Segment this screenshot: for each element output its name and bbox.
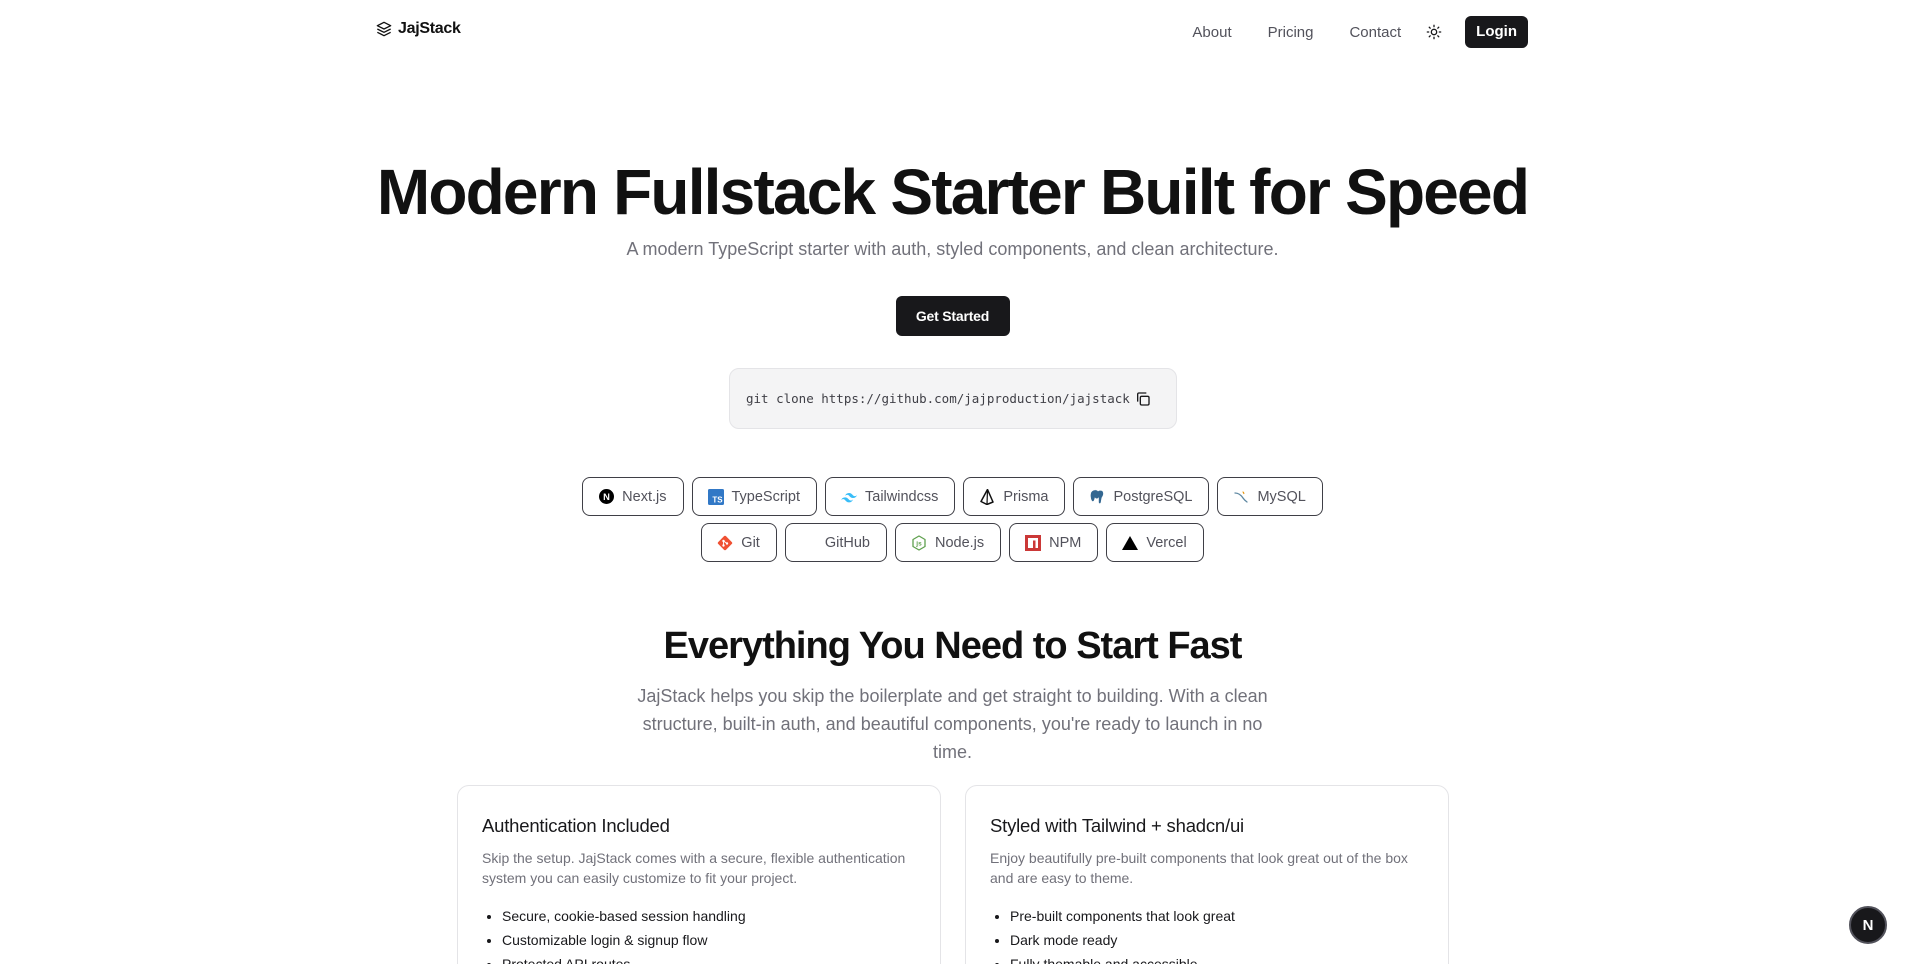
badge-label: Next.js xyxy=(622,488,667,505)
nav-about[interactable]: About xyxy=(1192,24,1231,41)
cta-wrapper: Get Started xyxy=(0,296,1905,336)
badge-label: Git xyxy=(741,534,760,551)
mysql-icon xyxy=(1233,489,1249,505)
list-item: Pre-built components that look great xyxy=(1010,904,1424,928)
list-item: Secure, cookie-based session handling xyxy=(502,904,916,928)
badge-vercel[interactable]: Vercel xyxy=(1106,523,1204,562)
logo-text: JajStack xyxy=(398,20,461,37)
hero-subtitle: A modern TypeScript starter with auth, s… xyxy=(626,239,1279,259)
list-item: Dark mode ready xyxy=(1010,928,1424,952)
clone-command: git clone https://github.com/jajproducti… xyxy=(746,391,1130,406)
badge-nextjs[interactable]: N Next.js xyxy=(582,477,684,516)
badge-github[interactable]: GitHub xyxy=(784,523,887,562)
site-header: JajStack About Pricing Contact Login xyxy=(0,0,1905,64)
badge-git[interactable]: Git xyxy=(701,523,777,562)
card-title: Styled with Tailwind + shadcn/ui xyxy=(990,815,1244,836)
typescript-icon: TS xyxy=(707,488,724,505)
nextjs-icon: N xyxy=(598,489,614,505)
badge-label: Vercel xyxy=(1146,534,1187,551)
nextjs-dev-indicator-button[interactable]: N xyxy=(1849,906,1887,944)
card-title: Authentication Included xyxy=(482,815,670,836)
card-description: Enjoy beautifully pre-built components t… xyxy=(990,850,1408,886)
svg-text:js: js xyxy=(915,540,922,547)
card-description: Skip the setup. JajStack comes with a se… xyxy=(482,850,906,886)
get-started-button[interactable]: Get Started xyxy=(895,296,1010,336)
badge-nodejs[interactable]: js Node.js xyxy=(894,523,1002,562)
features-description-wrap: JajStack helps you skip the boilerplate … xyxy=(0,682,1905,766)
github-icon xyxy=(801,535,817,551)
logo[interactable]: JajStack xyxy=(376,20,461,38)
badge-postgresql[interactable]: PostgreSQL xyxy=(1073,477,1210,516)
badge-label: MySQL xyxy=(1257,488,1306,505)
badge-label: PostgreSQL xyxy=(1113,488,1193,505)
layers-icon xyxy=(376,21,392,37)
nav-contact[interactable]: Contact xyxy=(1349,24,1401,41)
svg-text:N: N xyxy=(603,492,610,502)
badge-label: TypeScript xyxy=(731,488,801,505)
badge-label: Prisma xyxy=(1003,488,1049,505)
git-icon xyxy=(717,535,733,551)
badge-label: Node.js xyxy=(934,534,985,551)
postgresql-icon xyxy=(1089,489,1105,505)
badge-typescript[interactable]: TS TypeScript xyxy=(691,477,817,516)
badge-npm[interactable]: NPM xyxy=(1009,523,1099,562)
hero-title: Modern Fullstack Starter Built for Speed xyxy=(376,156,1530,228)
list-item: Fully themable and accessible xyxy=(1010,952,1424,964)
main-nav: About Pricing Contact Login xyxy=(1192,16,1528,48)
tech-row-1: N Next.js TS TypeScript Tailwindcss Pris… xyxy=(0,477,1905,516)
prisma-icon xyxy=(979,488,995,505)
badge-label: NPM xyxy=(1049,534,1082,551)
badge-mysql[interactable]: MySQL xyxy=(1217,477,1323,516)
badge-prisma[interactable]: Prisma xyxy=(963,477,1066,516)
clone-command-box: git clone https://github.com/jajproducti… xyxy=(729,368,1177,429)
nav-pricing[interactable]: Pricing xyxy=(1268,24,1314,41)
login-button[interactable]: Login xyxy=(1465,16,1528,48)
badge-tailwind[interactable]: Tailwindcss xyxy=(825,477,956,516)
vercel-icon xyxy=(1122,535,1139,551)
svg-text:TS: TS xyxy=(712,495,723,504)
tailwind-icon xyxy=(841,489,857,505)
card-feature-list: Pre-built components that look great Dar… xyxy=(990,904,1424,964)
npm-icon xyxy=(1025,534,1042,551)
feature-card-styling: Styled with Tailwind + shadcn/ui Enjoy b… xyxy=(965,785,1449,964)
badge-label: Tailwindcss xyxy=(865,488,939,505)
card-feature-list: Secure, cookie-based session handling Cu… xyxy=(482,904,916,964)
badge-label: GitHub xyxy=(824,534,870,551)
nodejs-icon: js xyxy=(911,534,927,551)
copy-icon[interactable] xyxy=(1135,391,1151,407)
feature-card-auth: Authentication Included Skip the setup. … xyxy=(457,785,941,964)
features-title: Everything You Need to Start Fast xyxy=(663,625,1243,667)
list-item: Protected API routes xyxy=(502,952,916,964)
list-item: Customizable login & signup flow xyxy=(502,928,916,952)
sun-icon[interactable] xyxy=(1425,23,1443,41)
tech-row-2: Git GitHub js Node.js NPM Vercel xyxy=(0,523,1905,562)
features-description: JajStack helps you skip the boilerplate … xyxy=(637,686,1268,762)
